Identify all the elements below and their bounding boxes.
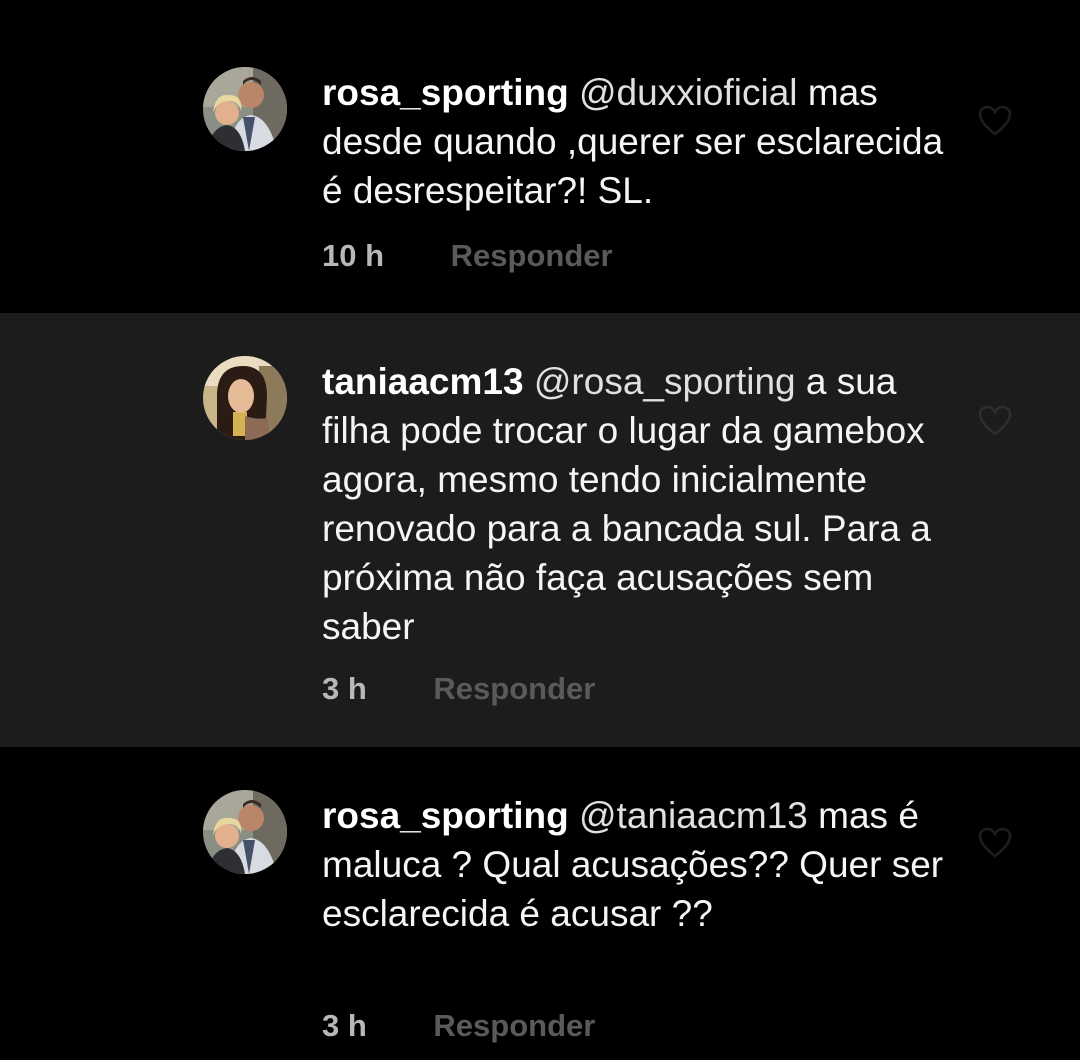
comment-mention[interactable]: @rosa_sporting	[534, 361, 796, 402]
comment-item: rosa_sporting @taniaacm13 mas é maluca ?…	[0, 747, 1080, 1060]
comment-timestamp: 3 h	[322, 1008, 367, 1043]
comment-meta: 3 h Responder	[322, 669, 595, 709]
comment-meta: 3 h Responder	[322, 1006, 595, 1046]
comment-item: rosa_sporting @duxxioficial mas desde qu…	[0, 0, 1080, 313]
comment-text: a sua filha pode trocar o lugar da gameb…	[322, 361, 931, 647]
comment-timestamp: 3 h	[322, 671, 367, 706]
comment-text-block: taniaacm13 @rosa_sporting a sua filha po…	[322, 357, 947, 651]
heart-outline-icon[interactable]	[978, 105, 1012, 137]
comment-mention[interactable]: @duxxioficial	[579, 72, 798, 113]
comment-username[interactable]: rosa_sporting	[322, 795, 569, 836]
reply-button[interactable]: Responder	[433, 1008, 595, 1043]
heart-outline-icon[interactable]	[978, 405, 1012, 437]
comment-username[interactable]: rosa_sporting	[322, 72, 569, 113]
avatar[interactable]	[203, 790, 287, 874]
avatar[interactable]	[203, 67, 287, 151]
avatar[interactable]	[203, 356, 287, 440]
comment-mention[interactable]: @taniaacm13	[579, 795, 808, 836]
comment-meta: 10 h Responder	[322, 236, 613, 276]
comment-item-highlighted: taniaacm13 @rosa_sporting a sua filha po…	[0, 313, 1080, 747]
comment-username[interactable]: taniaacm13	[322, 361, 524, 402]
comment-thread: rosa_sporting @duxxioficial mas desde qu…	[0, 0, 1080, 1060]
heart-outline-icon[interactable]	[978, 827, 1012, 859]
reply-button[interactable]: Responder	[433, 671, 595, 706]
reply-button[interactable]: Responder	[451, 238, 613, 273]
comment-text-block: rosa_sporting @taniaacm13 mas é maluca ?…	[322, 791, 947, 938]
comment-text-block: rosa_sporting @duxxioficial mas desde qu…	[322, 68, 947, 215]
comment-timestamp: 10 h	[322, 238, 385, 273]
